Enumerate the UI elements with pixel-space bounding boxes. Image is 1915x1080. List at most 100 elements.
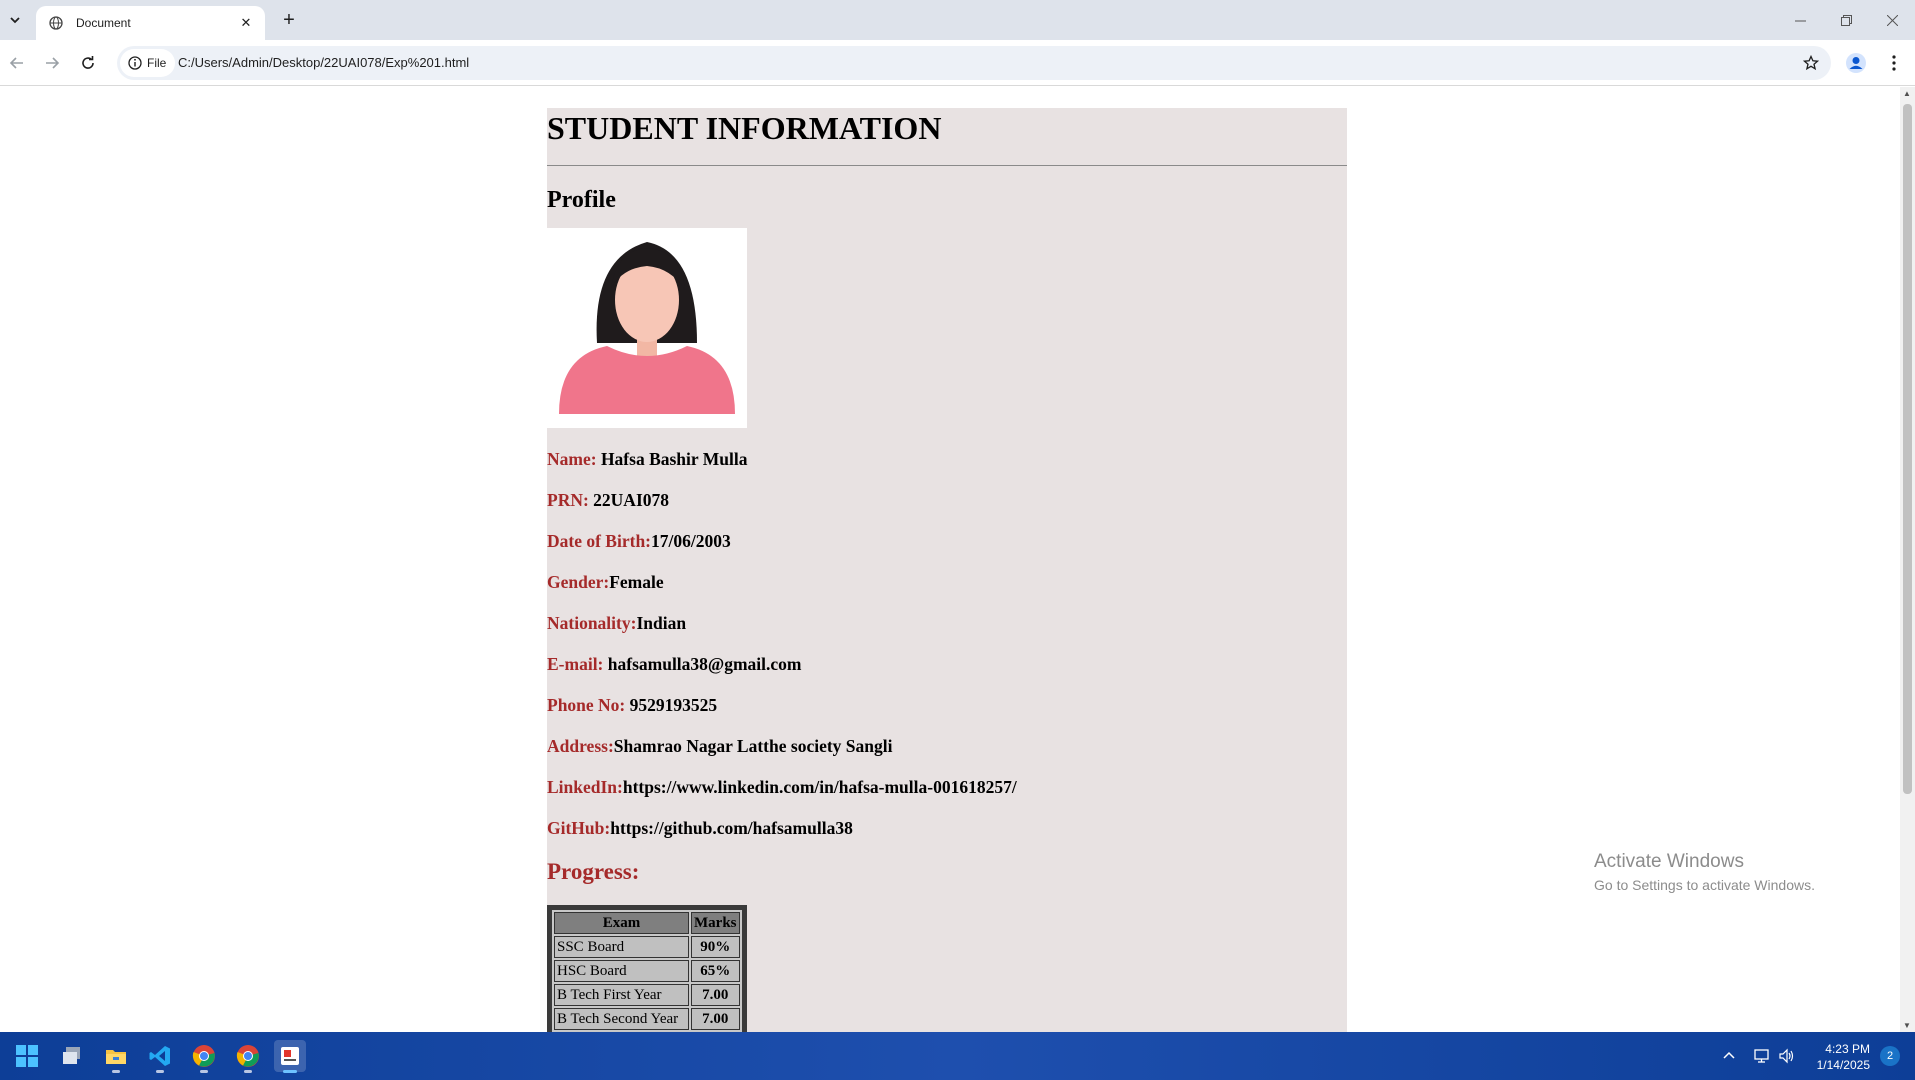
- forward-arrow-icon: [46, 57, 60, 69]
- chrome-taskbar[interactable]: [188, 1040, 220, 1073]
- table-row: SSC Board 90%: [554, 936, 740, 958]
- running-indicator: [112, 1070, 120, 1073]
- scroll-thumb[interactable]: [1903, 104, 1912, 794]
- start-button[interactable]: [11, 1040, 43, 1072]
- profile-heading: Profile: [547, 187, 616, 213]
- field-value: Shamrao Nagar Latthe society Sangli: [613, 736, 893, 756]
- vertical-scrollbar[interactable]: ▲ ▼: [1900, 87, 1915, 1032]
- field-label: Date of Birth:: [547, 531, 652, 551]
- forward-button[interactable]: [38, 49, 66, 77]
- active-app-taskbar[interactable]: [274, 1040, 306, 1073]
- new-tab-button[interactable]: +: [277, 8, 301, 32]
- site-info-chip[interactable]: File: [120, 49, 175, 77]
- close-window-button[interactable]: [1869, 0, 1915, 40]
- table-cell: B Tech First Year: [554, 984, 689, 1006]
- chevron-up-icon: [1723, 1051, 1735, 1059]
- close-icon: [1886, 14, 1898, 26]
- title-divider: [547, 165, 1347, 166]
- table-cell: 7.00: [691, 984, 740, 1006]
- restore-icon: [1840, 14, 1852, 26]
- field-list: Name: Hafsa Bashir Mulla PRN: 22UAI078 D…: [547, 449, 1347, 838]
- scroll-up-icon[interactable]: ▲: [1903, 89, 1911, 98]
- tab-title: Document: [76, 16, 131, 30]
- reload-icon: [82, 56, 94, 69]
- speaker-icon: [1779, 1048, 1794, 1064]
- column-header: Marks: [691, 912, 740, 934]
- student-info-container: STUDENT INFORMATION Profile Name: Hafsa …: [547, 108, 1347, 1032]
- profile-button[interactable]: [1842, 49, 1870, 77]
- table-cell: SSC Board: [554, 936, 689, 958]
- tab-strip: Document ✕ +: [0, 0, 1915, 40]
- minimize-button[interactable]: [1777, 0, 1823, 40]
- vscode-taskbar[interactable]: [144, 1040, 176, 1073]
- watermark-title: Activate Windows: [1594, 851, 1744, 872]
- app-window-icon: [281, 1047, 299, 1065]
- table-cell: B Tech Second Year: [554, 1008, 689, 1030]
- marks-table: Exam Marks SSC Board 90% HSC Board 65% B…: [547, 905, 747, 1032]
- show-hidden-icons[interactable]: [1722, 1032, 1736, 1080]
- clock-date: 1/14/2025: [1816, 1058, 1870, 1072]
- kebab-menu-icon: [1892, 55, 1896, 71]
- field-label: GitHub:: [547, 818, 611, 838]
- network-icon: [1754, 1049, 1769, 1063]
- browser-toolbar: File C:/Users/Admin/Desktop/22UAI078/Exp…: [0, 40, 1915, 86]
- table-cell: HSC Board: [554, 960, 689, 982]
- file-explorer-taskbar[interactable]: [100, 1040, 132, 1073]
- chrome-profile-taskbar[interactable]: [232, 1040, 264, 1073]
- url-text[interactable]: C:/Users/Admin/Desktop/22UAI078/Exp%201.…: [178, 55, 469, 70]
- table-cell: 7.00: [691, 1008, 740, 1030]
- field-linkedin: LinkedIn:https://www.linkedin.com/in/haf…: [547, 777, 1347, 797]
- field-phone: Phone No: 9529193525: [547, 695, 1347, 715]
- field-value: Indian: [636, 613, 687, 633]
- field-value: 22UAI078: [588, 490, 670, 510]
- task-view-button[interactable]: [56, 1040, 88, 1072]
- browser-menu-button[interactable]: [1880, 49, 1908, 77]
- field-label: PRN:: [547, 490, 589, 510]
- field-gender: Gender:Female: [547, 572, 1347, 592]
- site-info-label: File: [147, 56, 167, 70]
- field-dob: Date of Birth:17/06/2003: [547, 531, 1347, 551]
- field-label: E-mail:: [547, 654, 604, 674]
- profile-photo: [547, 228, 747, 428]
- field-value: Hafsa Bashir Mulla: [596, 449, 748, 469]
- tab-close-icon[interactable]: ✕: [237, 14, 255, 32]
- running-indicator: [156, 1070, 164, 1073]
- minimize-icon: [1794, 20, 1806, 21]
- field-value: https://github.com/hafsamulla38: [610, 818, 853, 838]
- scroll-down-icon[interactable]: ▼: [1903, 1021, 1911, 1030]
- field-value: https://www.linkedin.com/in/hafsa-mulla-…: [622, 777, 1017, 797]
- volume-control[interactable]: [1778, 1032, 1796, 1080]
- tab-document[interactable]: Document ✕: [36, 6, 265, 40]
- field-value: 17/06/2003: [651, 531, 731, 551]
- network-status[interactable]: [1753, 1032, 1771, 1080]
- clock-time: 4:23 PM: [1825, 1042, 1870, 1056]
- running-indicator: [283, 1070, 297, 1073]
- chrome-icon: [236, 1045, 259, 1067]
- progress-heading: Progress:: [547, 859, 640, 884]
- table-row: HSC Board 65%: [554, 960, 740, 982]
- table-cell: 90%: [691, 936, 740, 958]
- profile-avatar-icon: [1846, 53, 1866, 73]
- running-indicator: [200, 1070, 208, 1073]
- field-value: 9529193525: [625, 695, 718, 715]
- address-bar[interactable]: File C:/Users/Admin/Desktop/22UAI078/Exp…: [117, 46, 1831, 80]
- system-clock[interactable]: 4:23 PM 1/14/2025: [1806, 1041, 1870, 1073]
- field-value: hafsamulla38@gmail.com: [603, 654, 802, 674]
- windows-logo-icon: [16, 1045, 38, 1067]
- task-view-icon: [63, 1047, 80, 1064]
- female-avatar-icon: [559, 242, 735, 414]
- reload-button[interactable]: [74, 49, 102, 77]
- field-address: Address:Shamrao Nagar Latthe society San…: [547, 736, 1347, 756]
- back-button[interactable]: [3, 49, 31, 77]
- bookmark-star-icon[interactable]: [1801, 53, 1821, 73]
- watermark-subtitle: Go to Settings to activate Windows.: [1594, 877, 1815, 893]
- notification-badge[interactable]: 2: [1880, 1046, 1900, 1066]
- table-row: B Tech First Year 7.00: [554, 984, 740, 1006]
- info-icon: [128, 56, 142, 70]
- field-name: Name: Hafsa Bashir Mulla: [547, 449, 1347, 469]
- back-arrow-icon: [9, 57, 23, 69]
- restore-button[interactable]: [1823, 0, 1869, 40]
- field-github: GitHub:https://github.com/hafsamulla38: [547, 818, 1347, 838]
- tab-search-button[interactable]: [4, 8, 26, 32]
- field-nationality: Nationality:Indian: [547, 613, 1347, 633]
